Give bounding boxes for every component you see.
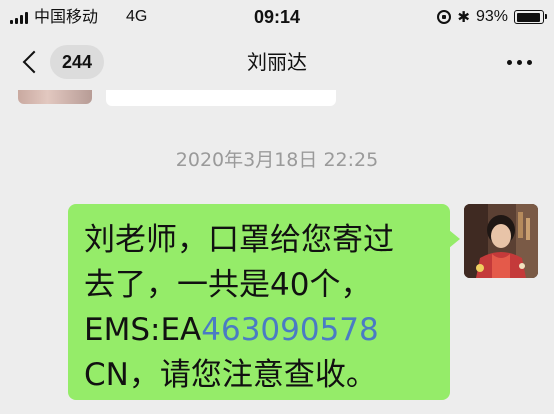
tracking-number-link[interactable]: 463090578 (201, 312, 379, 348)
status-bar: 中国移动 4G 09:14 ✱ 93% (0, 0, 554, 34)
more-icon[interactable] (507, 60, 532, 65)
status-indicators: ✱ 93% (437, 5, 547, 29)
battery-level-fill (516, 12, 540, 22)
chat-screen: 中国移动 4G 09:14 ✱ 93% 244 刘丽达 2020年3月18日 2… (0, 0, 554, 414)
contact-name: 刘丽达 (247, 50, 307, 74)
previous-message-bubble[interactable] (106, 90, 336, 106)
message-line: EMS:EA463090578 (84, 308, 434, 353)
avatar-image (464, 204, 538, 278)
previous-message-avatar[interactable] (18, 90, 92, 104)
message-line: CN，请您注意查收。 (84, 357, 377, 393)
chat-header: 244 刘丽达 (0, 34, 554, 90)
battery-icon (514, 10, 547, 24)
avatar[interactable] (464, 204, 538, 278)
message-line: 去了，一共是40个， (84, 267, 372, 303)
tracking-prefix: EMS:EA (84, 312, 202, 348)
message-timestamp: 2020年3月18日 22:25 (175, 149, 379, 171)
battery-percent: 93% (475, 8, 508, 25)
bluetooth-icon: ✱ (457, 8, 470, 26)
message-line: 刘老师，口罩给您寄过 (84, 222, 394, 258)
message-bubble[interactable]: 刘老师，口罩给您寄过 去了，一共是40个， EMS:EA463090578 CN… (68, 204, 460, 400)
orientation-lock-icon (437, 10, 452, 24)
